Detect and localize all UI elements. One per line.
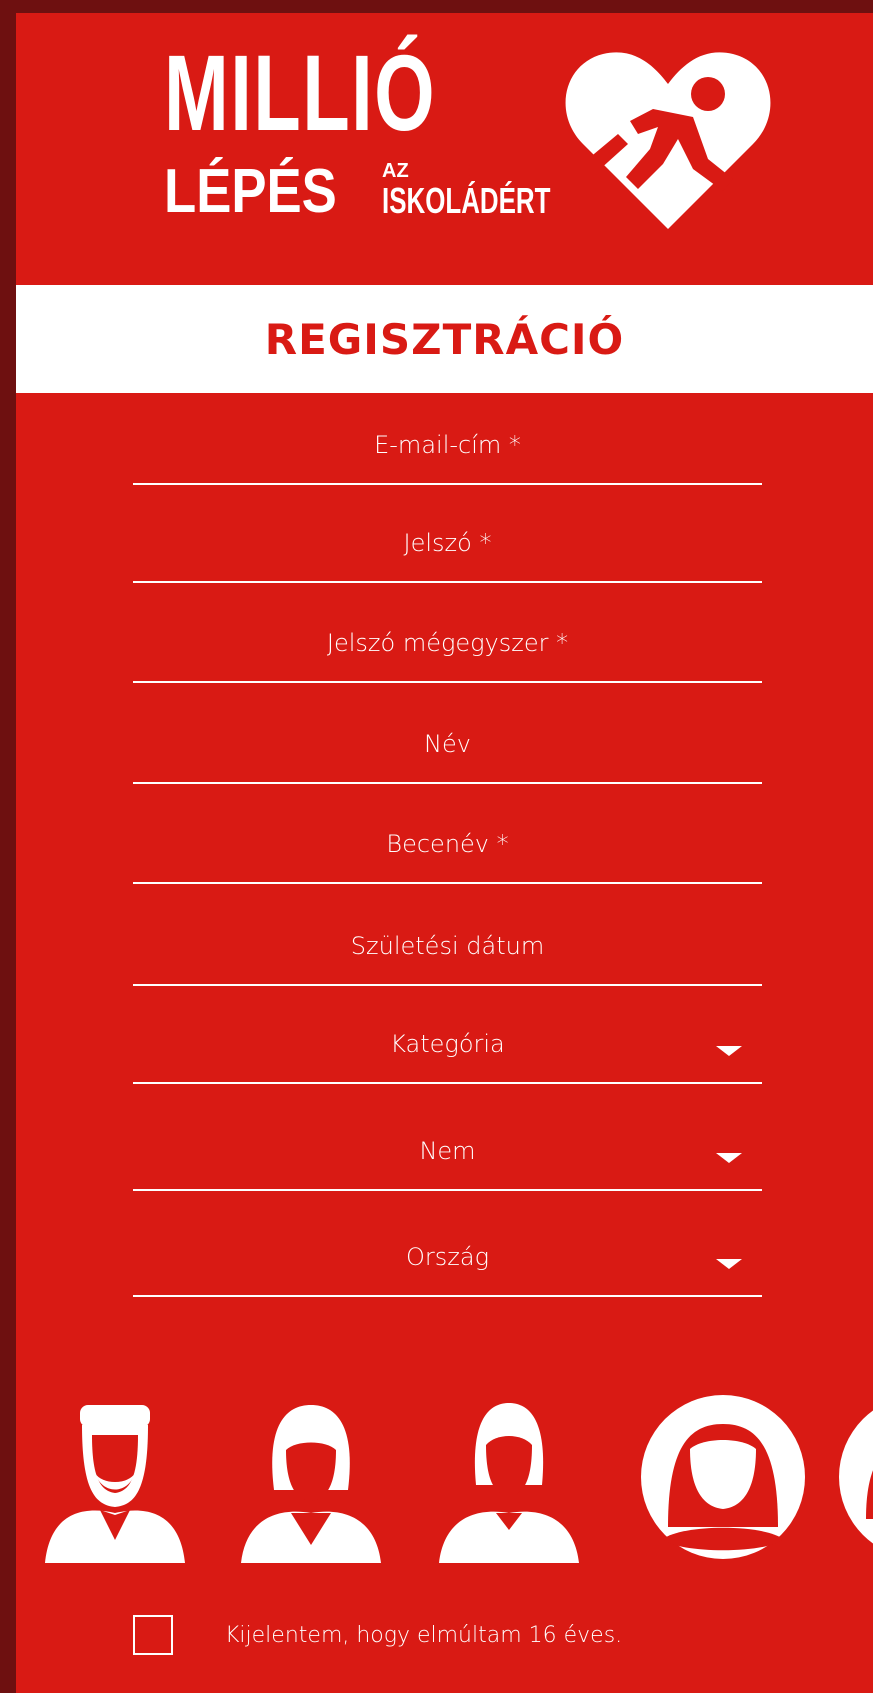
password-field[interactable]: Jelszó *: [133, 523, 762, 583]
name-field[interactable]: Név: [133, 724, 762, 784]
category-select[interactable]: Kategória: [133, 1024, 762, 1084]
avatar-man-beard-icon[interactable]: [40, 1395, 190, 1565]
logo-iskola: ISKOLÁDÉRT: [382, 180, 551, 221]
registration-screen: MILLIÓ LÉPÉS AZ ISKOLÁDÉRT REGISZTRÁCIÓ …: [16, 13, 873, 1693]
chevron-down-icon: [716, 1153, 742, 1163]
title-band: REGISZTRÁCIÓ: [16, 285, 873, 393]
heart-runner-icon: [565, 52, 771, 229]
age-consent: Kijelentem, hogy elmúltam 16 éves.: [133, 1613, 622, 1657]
logo-line1: MILLIÓ: [164, 32, 437, 153]
password-confirm-placeholder: Jelszó mégegyszer *: [326, 629, 569, 657]
name-placeholder: Név: [424, 730, 471, 758]
avatar-woman-icon[interactable]: [434, 1395, 584, 1565]
password-confirm-field[interactable]: Jelszó mégegyszer *: [133, 623, 762, 683]
country-placeholder: Ország: [406, 1243, 489, 1271]
birthdate-field[interactable]: Születési dátum: [133, 926, 762, 986]
logo-az: AZ: [382, 160, 409, 182]
avatar-woman-selected-icon[interactable]: [638, 1389, 808, 1565]
category-placeholder: Kategória: [390, 1030, 505, 1058]
age-consent-checkbox[interactable]: [133, 1615, 173, 1655]
birthdate-placeholder: Születési dátum: [350, 932, 545, 960]
avatar-woman-bob-icon[interactable]: [236, 1395, 386, 1565]
avatar-partial-icon[interactable]: [836, 1389, 873, 1565]
country-select[interactable]: Ország: [133, 1237, 762, 1297]
nickname-placeholder: Becenév *: [386, 830, 509, 858]
nickname-field[interactable]: Becenév *: [133, 824, 762, 884]
page-title: REGISZTRÁCIÓ: [264, 314, 625, 364]
gender-placeholder: Nem: [419, 1137, 476, 1165]
email-placeholder: E-mail-cím *: [374, 431, 521, 459]
gender-select[interactable]: Nem: [133, 1131, 762, 1191]
email-field[interactable]: E-mail-cím *: [133, 425, 762, 485]
password-placeholder: Jelszó *: [403, 529, 492, 557]
avatar-picker: [16, 1395, 873, 1565]
chevron-down-icon: [716, 1259, 742, 1269]
logo-line2: LÉPÉS: [164, 157, 337, 226]
logo: MILLIÓ LÉPÉS AZ ISKOLÁDÉRT: [156, 33, 776, 253]
chevron-down-icon: [716, 1046, 742, 1056]
age-consent-label: Kijelentem, hogy elmúltam 16 éves.: [225, 1622, 623, 1648]
